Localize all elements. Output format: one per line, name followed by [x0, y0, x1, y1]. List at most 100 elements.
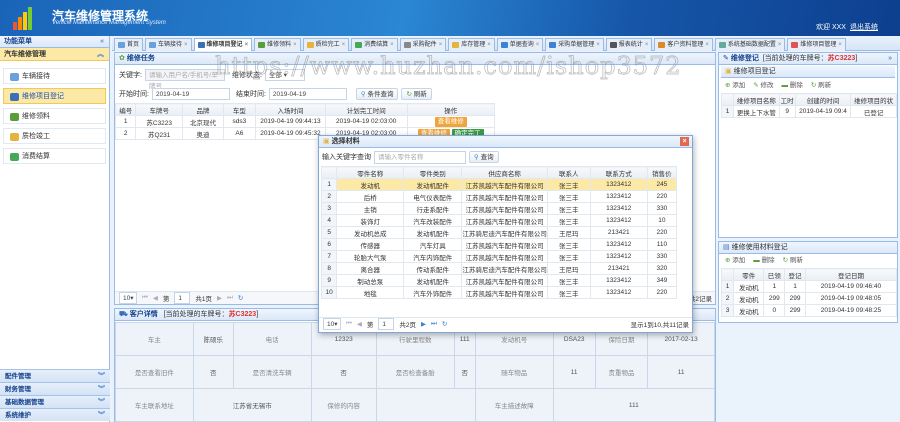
tab-2[interactable]: 维修项目登记×	[194, 38, 253, 51]
close-icon[interactable]: ×	[680, 137, 689, 146]
sidebar-group-system[interactable]: 系统维护︾	[0, 408, 110, 421]
sidebar-group-finance[interactable]: 财务管理︾	[0, 382, 110, 395]
table-row[interactable]: 1更换上下水管92019-04-19 09:4已登记	[722, 106, 897, 118]
reload-icon[interactable]: ↻	[238, 294, 243, 302]
tab-icon	[198, 42, 205, 48]
material-search-button[interactable]: ⚲ 查询	[469, 151, 499, 163]
status-select[interactable]: 全部 ▾	[265, 69, 305, 81]
collapse-icon[interactable]: «	[100, 36, 104, 48]
table-row[interactable]: 1苏C3223北京现代sds32019-04-19 09:44:132019-0…	[116, 116, 495, 128]
table-row[interactable]: 9制动总泵发动机配件江苏凯越汽车配件有限公司张三丰1323412349	[322, 275, 677, 287]
page-size-select[interactable]: 10▾	[323, 318, 341, 330]
toolbar-button-refresh[interactable]: ↻ 刷新	[783, 255, 803, 267]
tab-1[interactable]: 车辆接待×	[145, 38, 192, 51]
keyword-input[interactable]: 请输入用户名/手机号/车牌号	[145, 69, 225, 81]
button-label: 删除	[790, 82, 803, 89]
column-header: 供应商名称	[462, 167, 548, 179]
search-button[interactable]: ⚲ 条件查询	[356, 88, 399, 100]
tab-close-icon[interactable]: ×	[390, 39, 394, 51]
tab-13[interactable]: 维修项目管理×	[787, 38, 846, 51]
view-repair-button[interactable]: 查看维修	[435, 117, 467, 127]
refresh-button[interactable]: ↻ 刷新	[401, 88, 431, 100]
tab-3[interactable]: 维修领料×	[254, 38, 301, 51]
last-page-icon[interactable]: ⏭	[227, 294, 233, 302]
tab-close-icon[interactable]: ×	[838, 39, 842, 51]
toolbar-button-minus[interactable]: ▬ 删除	[753, 255, 774, 267]
reload-icon[interactable]: ↻	[442, 320, 447, 328]
page-input[interactable]: 1	[378, 318, 394, 330]
table-row[interactable]: 7轮胎大气泵汽车内饰配件江苏凯越汽车配件有限公司张三丰1323412330	[322, 251, 677, 263]
tab-10[interactable]: 报表统计×	[606, 38, 653, 51]
start-time-input[interactable]: 2019-04-19	[152, 88, 230, 100]
table-row[interactable]: 3发动机02992019-04-19 09:48:25	[722, 305, 897, 317]
toolbar-button-edit[interactable]: ✎ 修改	[753, 80, 773, 92]
toolbar-button-plus[interactable]: ⊕ 添加	[725, 255, 745, 267]
tab-close-icon[interactable]: ×	[245, 39, 249, 51]
car-icon	[10, 93, 19, 101]
prev-page-icon[interactable]: ◀	[153, 294, 158, 302]
tab-11[interactable]: 客户资料管理×	[654, 38, 713, 51]
tab-close-icon[interactable]: ×	[184, 39, 188, 51]
cell: 1323412	[590, 191, 647, 203]
table-row[interactable]: 10地毯汽车外饰配件江苏凯越汽车配件有限公司张三丰1323412220	[322, 287, 677, 299]
tab-close-icon[interactable]: ×	[778, 39, 782, 51]
sidebar-item-materials[interactable]: 维修领料	[3, 108, 106, 124]
tab-close-icon[interactable]: ×	[536, 39, 540, 51]
table-row[interactable]: 2发动机2992992019-04-19 09:48:05	[722, 293, 897, 305]
sidebar-item-inspection[interactable]: 质检竣工	[3, 128, 106, 144]
sidebar-item-reception[interactable]: 车辆接待	[3, 68, 106, 84]
table-row[interactable]: 1发动机112019-04-19 09:46:40	[722, 281, 897, 293]
sidebar-group-parts[interactable]: 配件管理︾	[0, 369, 110, 382]
sidebar-group-basedata[interactable]: 基础数据管理︾	[0, 395, 110, 408]
detail-value: 否	[311, 356, 376, 389]
first-page-icon[interactable]: ⏮	[346, 320, 352, 328]
tab-close-icon[interactable]: ×	[342, 39, 346, 51]
tab-close-icon[interactable]: ×	[645, 39, 649, 51]
tab-6[interactable]: 采购配件×	[400, 38, 447, 51]
tab-close-icon[interactable]: ×	[439, 39, 443, 51]
detail-label: 贵重物品	[595, 356, 648, 389]
sidebar-section[interactable]: 汽车维修管理︽	[0, 48, 109, 61]
tab-label: 报表统计	[619, 39, 643, 51]
expand-icon[interactable]: »	[888, 53, 892, 65]
table-row[interactable]: 1发动机发动机配件江苏凯越汽车配件有限公司张三丰1323412245	[322, 179, 677, 191]
button-label: 修改	[761, 82, 774, 89]
table-row[interactable]: 4装饰灯汽车改装配件江苏凯越汽车配件有限公司张三丰132341210	[322, 215, 677, 227]
last-page-icon[interactable]: ⏭	[431, 320, 437, 328]
toolbar-button-plus[interactable]: ⊕ 添加	[725, 80, 745, 92]
tab-9[interactable]: 采购单据管理×	[545, 38, 604, 51]
tab-4[interactable]: 质检完工×	[303, 38, 350, 51]
tab-0[interactable]: 首页	[114, 38, 143, 51]
table-row[interactable]: 8离合器传动系配件江苏骑尼迪汽车配件有限公司王尼玛213421320	[322, 263, 677, 275]
end-time-input[interactable]: 2019-04-19	[269, 88, 347, 100]
material-search-input[interactable]: 请输入零件名称	[374, 151, 466, 164]
prev-page-icon[interactable]: ◀	[357, 320, 362, 328]
detail-value: 陈硕乐	[193, 323, 233, 356]
logout-link[interactable]: 退出系统	[850, 22, 878, 32]
tab-5[interactable]: 消费结算×	[351, 38, 398, 51]
tab-close-icon[interactable]: ×	[487, 39, 491, 51]
plate-bracket: ]	[855, 55, 857, 62]
toolbar-button-minus[interactable]: ▬ 删除	[782, 80, 803, 92]
table-row[interactable]: 2后桥电气仪表配件江苏凯越汽车配件有限公司张三丰1323412220	[322, 191, 677, 203]
tab-close-icon[interactable]: ×	[705, 39, 709, 51]
sidebar-item-repair-register[interactable]: 维修项目登记	[3, 88, 106, 104]
table-row[interactable]: 5发动机总成发动机配件江苏骑尼迪汽车配件有限公司王尼玛213421220	[322, 227, 677, 239]
detail-value	[376, 389, 475, 422]
table-row[interactable]: 6传感器汽车灯具江苏凯越汽车配件有限公司张三丰1323412110	[322, 239, 677, 251]
next-page-icon[interactable]: ▶	[217, 294, 222, 302]
table-row[interactable]: 3主销行走系配件江苏凯越汽车配件有限公司张三丰1323412330	[322, 203, 677, 215]
first-page-icon[interactable]: ⏮	[142, 294, 148, 302]
page-size-select[interactable]: 10▾	[119, 292, 137, 304]
tab-close-icon[interactable]: ×	[596, 39, 600, 51]
sidebar-item-settlement[interactable]: 消费结算	[3, 148, 106, 164]
cell: 220	[647, 191, 676, 203]
tab-12[interactable]: 系统基础数据配置×	[715, 38, 786, 51]
cell: 发动机	[734, 281, 764, 293]
tab-close-icon[interactable]: ×	[293, 39, 297, 51]
next-page-icon[interactable]: ▶	[421, 320, 426, 328]
tab-7[interactable]: 库存管理×	[448, 38, 495, 51]
toolbar-button-refresh[interactable]: ↻ 刷新	[811, 80, 831, 92]
tab-8[interactable]: 单据查询×	[497, 38, 544, 51]
page-input[interactable]: 1	[174, 292, 190, 304]
